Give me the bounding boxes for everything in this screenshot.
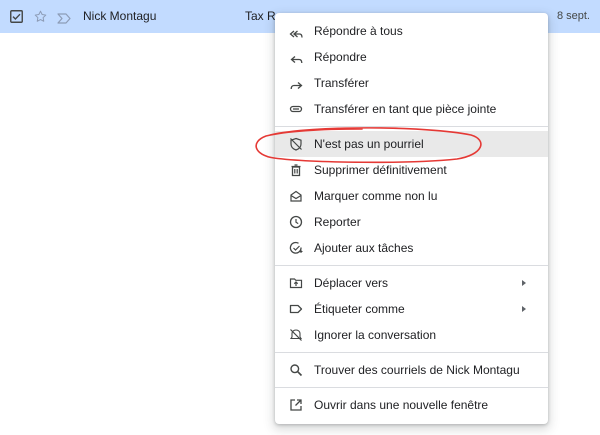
sender-name: Nick Montagu (83, 9, 157, 23)
menu-item-reply[interactable]: Répondre (275, 44, 548, 70)
move-to-folder-icon (289, 276, 303, 290)
open-new-window-icon (289, 398, 303, 412)
menu-item-label: Étiqueter comme (314, 302, 405, 316)
menu-item-forward[interactable]: Transférer (275, 70, 548, 96)
menu-item-trash[interactable]: Supprimer définitivement (275, 157, 548, 183)
menu-divider (275, 265, 548, 266)
menu-item-mute[interactable]: Ignorer la conversation (275, 322, 548, 348)
menu-item-label: Reporter (314, 215, 361, 229)
menu-item-add-task[interactable]: Ajouter aux tâches (275, 235, 548, 261)
menu-item-label: Transférer (314, 76, 369, 90)
attachment-icon (289, 102, 303, 116)
menu-item-label: Ouvrir dans une nouvelle fenêtre (314, 398, 489, 412)
menu-item-label: Déplacer vers (314, 276, 389, 290)
menu-item-label[interactable]: Étiqueter comme (275, 296, 548, 322)
menu-item-attachment[interactable]: Transférer en tant que pièce jointe (275, 96, 548, 122)
star-icon[interactable] (33, 9, 48, 24)
menu-divider (275, 126, 548, 127)
menu-item-label: N'est pas un pourriel (314, 137, 424, 151)
menu-item-not-spam[interactable]: N'est pas un pourriel (275, 131, 548, 157)
menu-divider (275, 352, 548, 353)
menu-item-label: Trouver des courriels de Nick Montagu (314, 363, 520, 377)
menu-item-label: Répondre (314, 50, 367, 64)
checkbox-checked-icon[interactable] (10, 10, 23, 23)
menu-item-label: Ajouter aux tâches (314, 241, 414, 255)
menu-item-label: Répondre à tous (314, 24, 403, 38)
menu-item-label: Marquer comme non lu (314, 189, 438, 203)
context-menu: Répondre à tous Répondre Transférer Transfé… (275, 13, 548, 424)
trash-icon (289, 163, 303, 177)
menu-divider (275, 387, 548, 388)
menu-item-move-to-folder[interactable]: Déplacer vers (275, 270, 548, 296)
submenu-arrow-icon (522, 306, 526, 312)
add-task-icon (289, 241, 303, 255)
reply-icon (289, 50, 303, 64)
mark-unread-icon (289, 189, 303, 203)
forward-icon (289, 76, 303, 90)
important-marker-icon[interactable] (57, 11, 71, 24)
menu-item-search[interactable]: Trouver des courriels de Nick Montagu (275, 357, 548, 383)
reply-all-icon (289, 24, 303, 38)
menu-item-open-new-window[interactable]: Ouvrir dans une nouvelle fenêtre (275, 392, 548, 418)
menu-item-label: Ignorer la conversation (314, 328, 437, 342)
menu-item-reply-all[interactable]: Répondre à tous (275, 18, 548, 44)
menu-item-label: Transférer en tant que pièce jointe (314, 102, 497, 116)
snooze-clock-icon (289, 215, 303, 229)
email-date: 8 sept. (556, 10, 590, 22)
menu-item-snooze-clock[interactable]: Reporter (275, 209, 548, 235)
menu-item-label: Supprimer définitivement (314, 163, 447, 177)
submenu-arrow-icon (522, 280, 526, 286)
label-icon (289, 302, 303, 316)
search-icon (289, 363, 303, 377)
not-spam-icon (289, 137, 303, 151)
menu-item-mark-unread[interactable]: Marquer comme non lu (275, 183, 548, 209)
mute-icon (289, 328, 303, 342)
